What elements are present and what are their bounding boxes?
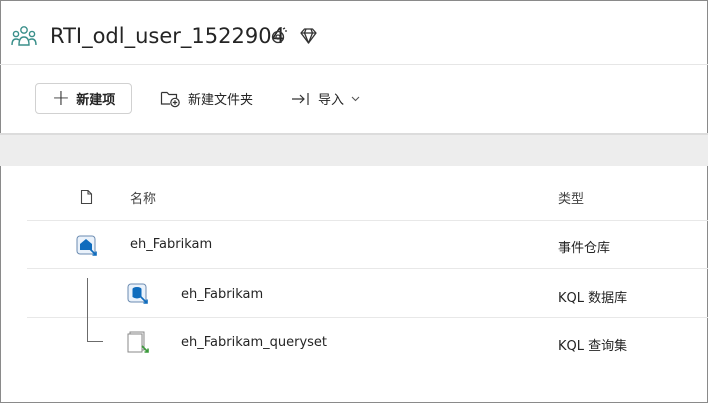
import-label: 导入	[318, 93, 345, 108]
item-name-link[interactable]: eh_Fabrikam_queryset	[181, 335, 327, 350]
item-type: KQL 查询集	[558, 339, 628, 354]
import-arrow-icon	[292, 92, 309, 105]
item-type: 事件仓库	[558, 241, 611, 256]
folder-add-icon	[160, 91, 180, 108]
kql-queryset-icon	[127, 331, 149, 353]
header-divider	[0, 64, 708, 65]
item-name[interactable]: eh_Fabrikam	[130, 237, 212, 252]
item-name[interactable]: eh_Fabrikam	[181, 287, 263, 302]
workspace-title: RTI_odl_user_1522904	[50, 24, 285, 48]
workspace-settings-icon[interactable]	[270, 26, 290, 46]
column-header-type[interactable]: 类型	[558, 188, 584, 207]
row-divider	[27, 317, 708, 318]
item-name[interactable]: eh_Fabrikam_queryset	[181, 335, 327, 350]
premium-diamond-icon[interactable]	[299, 27, 318, 45]
import-button[interactable]: 导入	[291, 83, 360, 114]
new-item-label: 新建项	[76, 93, 116, 108]
plus-icon: +	[51, 85, 71, 111]
eventhouse-icon	[76, 235, 97, 256]
new-folder-button[interactable]: 新建文件夹	[160, 83, 253, 114]
item-type: KQL 数据库	[558, 291, 628, 306]
tree-connector	[87, 341, 103, 342]
item-name-link[interactable]: eh_Fabrikam	[130, 237, 212, 252]
item-name-link[interactable]: eh_Fabrikam	[181, 287, 263, 302]
file-type-icon	[80, 189, 93, 205]
tree-connector	[87, 278, 88, 342]
chevron-down-icon	[351, 96, 360, 101]
row-divider	[27, 268, 708, 269]
column-header-name[interactable]: 名称	[130, 188, 156, 207]
new-folder-label: 新建文件夹	[188, 93, 254, 108]
new-item-button[interactable]: + 新建项	[35, 83, 132, 114]
workspace-icon	[11, 26, 37, 46]
row-divider	[27, 220, 708, 221]
filter-bar	[0, 133, 708, 166]
kql-database-icon	[127, 283, 148, 304]
